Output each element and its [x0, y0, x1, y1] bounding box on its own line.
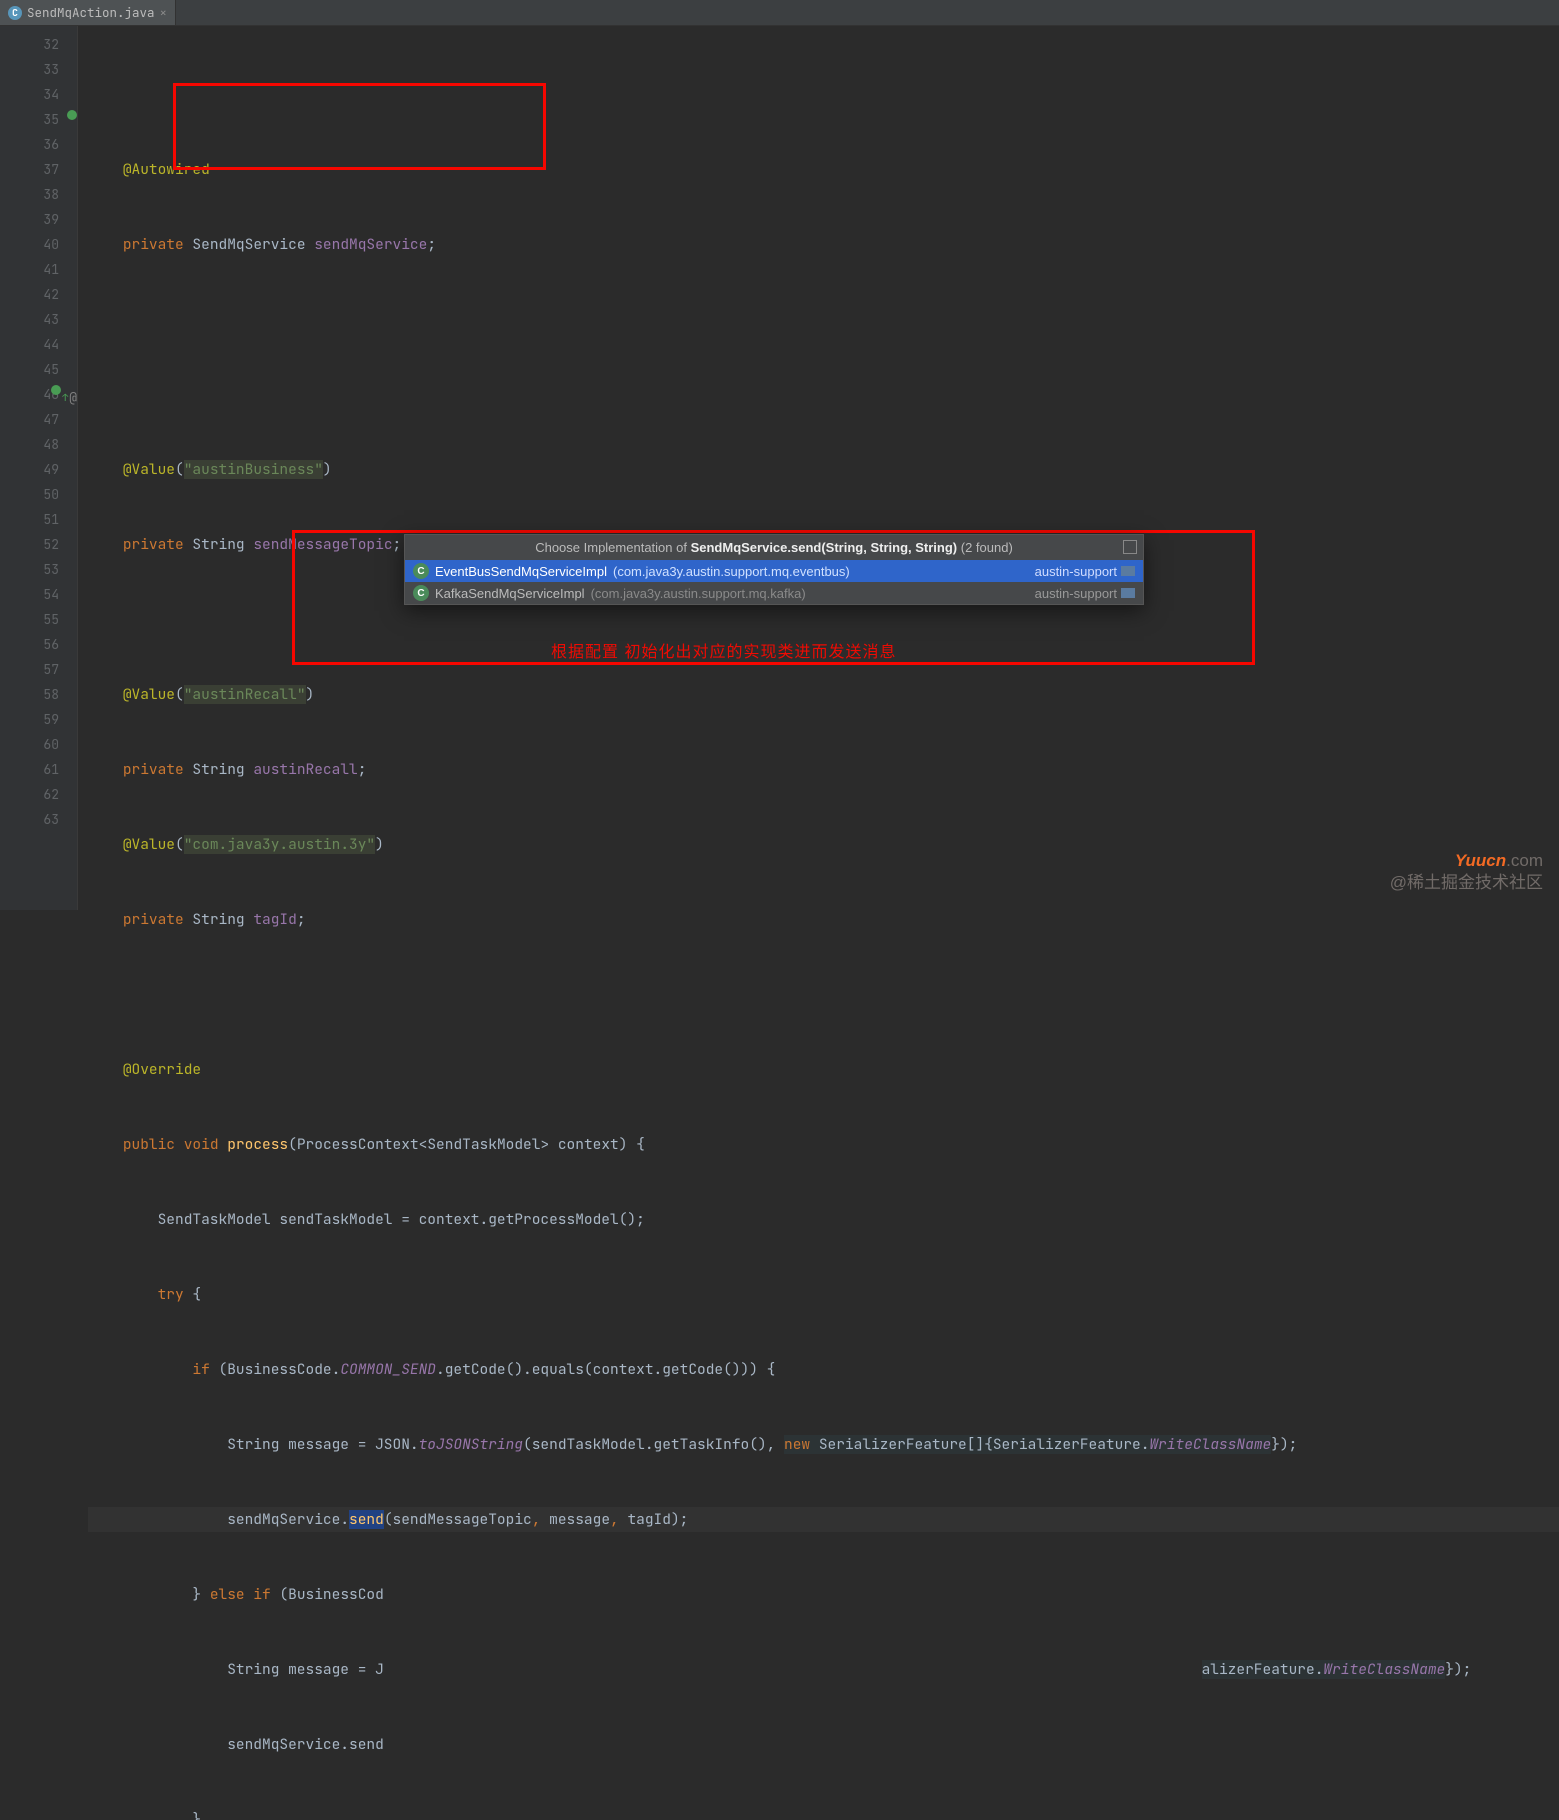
popup-title: Choose Implementation of SendMqService.s… [405, 535, 1143, 560]
line-number[interactable]: 53 [0, 557, 59, 582]
annotation-text: 根据配置 初始化出对应的实现类进而发送消息 [551, 640, 896, 665]
line-number[interactable]: 40 [0, 232, 59, 257]
constant: COMMON_SEND [340, 1360, 436, 1379]
line-number[interactable]: 42 [0, 282, 59, 307]
implementation-chooser-popup[interactable]: Choose Implementation of SendMqService.s… [404, 534, 1144, 605]
field: austinRecall [253, 760, 357, 779]
annotation-gutter-icon[interactable]: @ [69, 385, 77, 410]
annotation: @Value [123, 460, 175, 479]
line-number[interactable]: 45 [0, 357, 59, 382]
field: tagId [253, 910, 297, 929]
implementation-option[interactable]: C EventBusSendMqServiceImpl (com.java3y.… [405, 560, 1143, 582]
keyword: else if [210, 1585, 271, 1604]
line-number[interactable]: 44 [0, 332, 59, 357]
line-number[interactable]: 37 [0, 157, 59, 182]
close-icon[interactable]: × [160, 4, 168, 21]
line-number[interactable]: 36 [0, 132, 59, 157]
type: String [192, 535, 244, 554]
module-icon [1121, 588, 1135, 598]
package-name: (com.java3y.austin.support.mq.eventbus) [613, 564, 850, 579]
string-literal: "austinRecall" [184, 685, 306, 704]
line-number[interactable]: 39 [0, 207, 59, 232]
line-number[interactable]: 41 [0, 257, 59, 282]
spring-bean-icon[interactable] [67, 110, 77, 120]
tab-filename: SendMqAction.java [27, 4, 155, 21]
module-name: austin-support [1035, 564, 1117, 579]
editor-tab[interactable]: C SendMqAction.java × [0, 0, 176, 25]
string-literal: "com.java3y.austin.3y" [184, 835, 375, 854]
field: sendMessageTopic [253, 535, 392, 554]
class-name: KafkaSendMqServiceImpl [435, 586, 585, 601]
keyword: if [192, 1360, 209, 1379]
type: String [192, 910, 244, 929]
keyword: public [123, 1135, 175, 1154]
keyword: void [184, 1135, 219, 1154]
method-signature: (ProcessContext<SendTaskModel> context) … [288, 1135, 645, 1154]
keyword: private [123, 910, 184, 929]
implementation-option[interactable]: C KafkaSendMqServiceImpl (com.java3y.aus… [405, 582, 1143, 604]
line-number[interactable]: 38 [0, 182, 59, 207]
package-name: (com.java3y.austin.support.mq.kafka) [591, 586, 806, 601]
line-number[interactable]: 32 [0, 32, 59, 57]
line-number[interactable]: 61 [0, 757, 59, 782]
keyword: try [158, 1285, 184, 1304]
keyword: private [123, 535, 184, 554]
type: String [192, 760, 244, 779]
line-number[interactable]: 50 [0, 482, 59, 507]
line-number[interactable]: 54 [0, 582, 59, 607]
class-name: EventBusSendMqServiceImpl [435, 564, 607, 579]
field: sendMqService [314, 235, 427, 254]
annotation: @Autowired [123, 160, 210, 179]
annotation: @Value [123, 685, 175, 704]
class-icon: C [413, 563, 429, 579]
line-number[interactable]: 56 [0, 632, 59, 657]
line-number[interactable]: 47 [0, 407, 59, 432]
override-up-icon[interactable]: ↑ [62, 385, 68, 410]
spring-bean-icon[interactable] [51, 385, 61, 395]
line-number[interactable]: 35 [0, 107, 59, 132]
line-number[interactable]: 33 [0, 57, 59, 82]
type: SendMqService [192, 235, 305, 254]
static-method: toJSONString [419, 1435, 523, 1454]
line-number[interactable]: 46↑@ [0, 382, 59, 407]
line-number[interactable]: 63 [0, 807, 59, 832]
watermark: Yuucn.com @稀土掘金技术社区 [1390, 850, 1543, 894]
current-line: sendMqService.send(sendMessageTopic, mes… [88, 1507, 1559, 1532]
line-number[interactable]: 49 [0, 457, 59, 482]
module-icon [1121, 566, 1135, 576]
keyword: private [123, 235, 184, 254]
module-name: austin-support [1035, 586, 1117, 601]
class-file-icon: C [8, 6, 22, 20]
line-number[interactable]: 62 [0, 782, 59, 807]
line-number[interactable]: 57 [0, 657, 59, 682]
keyword: private [123, 760, 184, 779]
popup-resize-icon[interactable] [1123, 540, 1137, 554]
method-name: process [227, 1135, 288, 1154]
line-number[interactable]: 43 [0, 307, 59, 332]
line-number[interactable]: 34 [0, 82, 59, 107]
line-number[interactable]: 60 [0, 732, 59, 757]
line-number[interactable]: 55 [0, 607, 59, 632]
gutter: 323334353637383940414243444546↑@47484950… [0, 26, 78, 910]
line-number[interactable]: 52 [0, 532, 59, 557]
line-number[interactable]: 59 [0, 707, 59, 732]
line-number[interactable]: 51 [0, 507, 59, 532]
annotation: @Value [123, 835, 175, 854]
statement: SendTaskModel sendTaskModel = context.ge… [158, 1210, 645, 1229]
method-call-send[interactable]: send [349, 1510, 384, 1529]
line-number[interactable]: 48 [0, 432, 59, 457]
string-literal: "austinBusiness" [184, 460, 323, 479]
line-number[interactable]: 58 [0, 682, 59, 707]
class-icon: C [413, 585, 429, 601]
annotation: @Override [123, 1060, 201, 1079]
code-editor[interactable]: @Autowired private SendMqService sendMqS… [78, 26, 1559, 910]
